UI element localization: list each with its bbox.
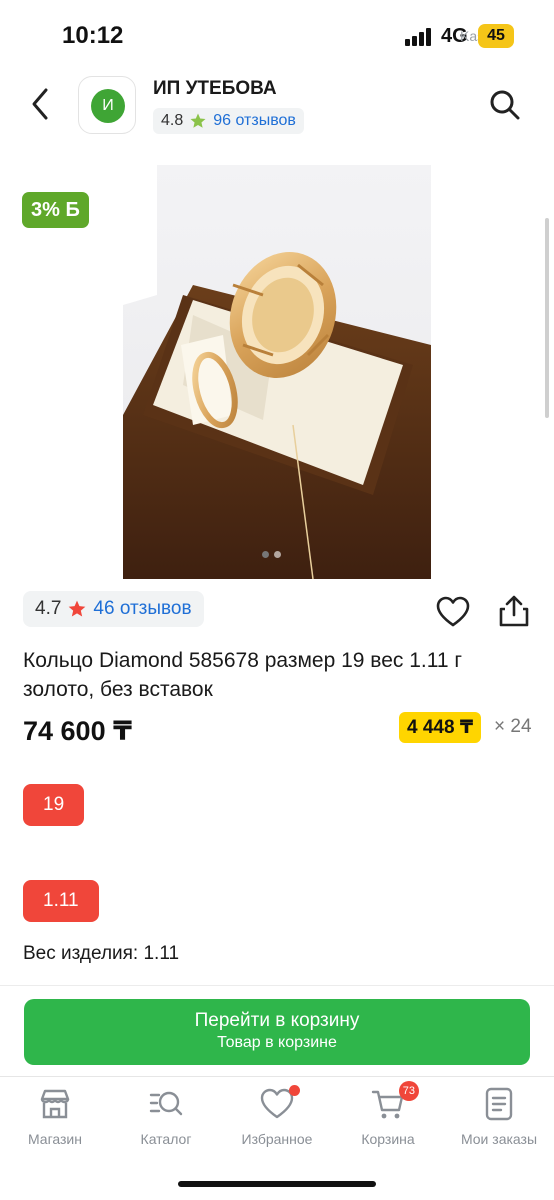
shop-rating[interactable]: 4.8 96 отзывов [153, 108, 304, 134]
product-gallery[interactable]: 3% Б [0, 150, 554, 582]
tab-orders[interactable]: Мои заказы [444, 1087, 554, 1147]
product-rating[interactable]: 4.7 46 отзывов [23, 591, 204, 627]
product-price: 74 600 ₸ [23, 716, 132, 746]
tab-label: Избранное [241, 1131, 313, 1147]
cart-button-label: Перейти в корзину [194, 1010, 360, 1031]
divider [0, 985, 554, 986]
back-icon [32, 88, 48, 120]
gallery-dots [262, 551, 281, 558]
shop-name[interactable]: ИП УТЕБОВА [153, 78, 277, 100]
size-option[interactable]: 19 [23, 784, 85, 826]
favorites-badge-dot [289, 1085, 300, 1096]
tab-cart[interactable]: 73 Корзина [333, 1081, 443, 1147]
go-to-cart-button[interactable]: Перейти в корзину Товар в корзине [24, 999, 530, 1065]
orders-icon [482, 1087, 516, 1121]
installment-months: × 24 [494, 716, 532, 737]
gallery-dot [274, 551, 281, 558]
tab-label: Корзина [361, 1131, 415, 1147]
tab-catalog[interactable]: Каталог [111, 1087, 221, 1147]
store-icon [38, 1087, 72, 1121]
product-photo[interactable] [123, 165, 431, 579]
product-reviews-link[interactable]: 46 отзывов [93, 598, 191, 620]
favorite-button[interactable] [436, 596, 470, 628]
star-icon [190, 113, 206, 128]
battery-icon: 45 [478, 24, 514, 48]
battery-level: 45 [487, 27, 505, 44]
discount-badge: 3% Б [22, 192, 89, 228]
tab-label: Мои заказы [460, 1131, 538, 1147]
share-icon [499, 595, 529, 627]
tab-favorites[interactable]: Избранное [222, 1085, 332, 1147]
shop-rating-value: 4.8 [161, 112, 184, 129]
cart-button-sublabel: Товар в корзине [217, 1034, 337, 1051]
tab-store[interactable]: Магазин [0, 1087, 110, 1147]
cart-icon: 73 [371, 1081, 419, 1121]
shop-logo-letter: И [91, 89, 125, 123]
search-button[interactable] [488, 88, 522, 122]
search-icon [490, 90, 520, 120]
product-title: Кольцо Diamond 585678 размер 19 вес 1.11… [23, 649, 463, 701]
weight-option[interactable]: 1.11 [23, 880, 99, 922]
tab-label: Каталог [140, 1131, 192, 1147]
shop-header: И ИП УТЕБОВА 4.8 96 отзывов [0, 70, 554, 144]
catalog-search-icon [149, 1087, 183, 1121]
status-bar: 10:12 4G Kaspi.kz 45 [0, 0, 554, 70]
back-button[interactable] [26, 84, 58, 124]
weight-text: Вес изделия: 1.11 [23, 943, 180, 964]
product-rating-value: 4.7 [35, 598, 62, 619]
share-button[interactable] [497, 594, 531, 628]
ring-image [123, 165, 431, 579]
gallery-dot [262, 551, 269, 558]
signal-icon [405, 28, 433, 46]
star-icon [69, 600, 86, 617]
home-indicator [178, 1181, 376, 1187]
cart-badge: 73 [398, 1081, 419, 1101]
shop-reviews-link[interactable]: 96 отзывов [213, 112, 296, 130]
status-time: 10:12 [62, 22, 124, 49]
heart-icon [260, 1085, 300, 1121]
heart-icon [436, 596, 470, 627]
scrollbar[interactable] [545, 218, 549, 418]
shop-logo[interactable]: И [78, 76, 136, 134]
tab-label: Магазин [27, 1131, 82, 1147]
installment-badge[interactable]: 4 448 ₸ [399, 712, 482, 743]
